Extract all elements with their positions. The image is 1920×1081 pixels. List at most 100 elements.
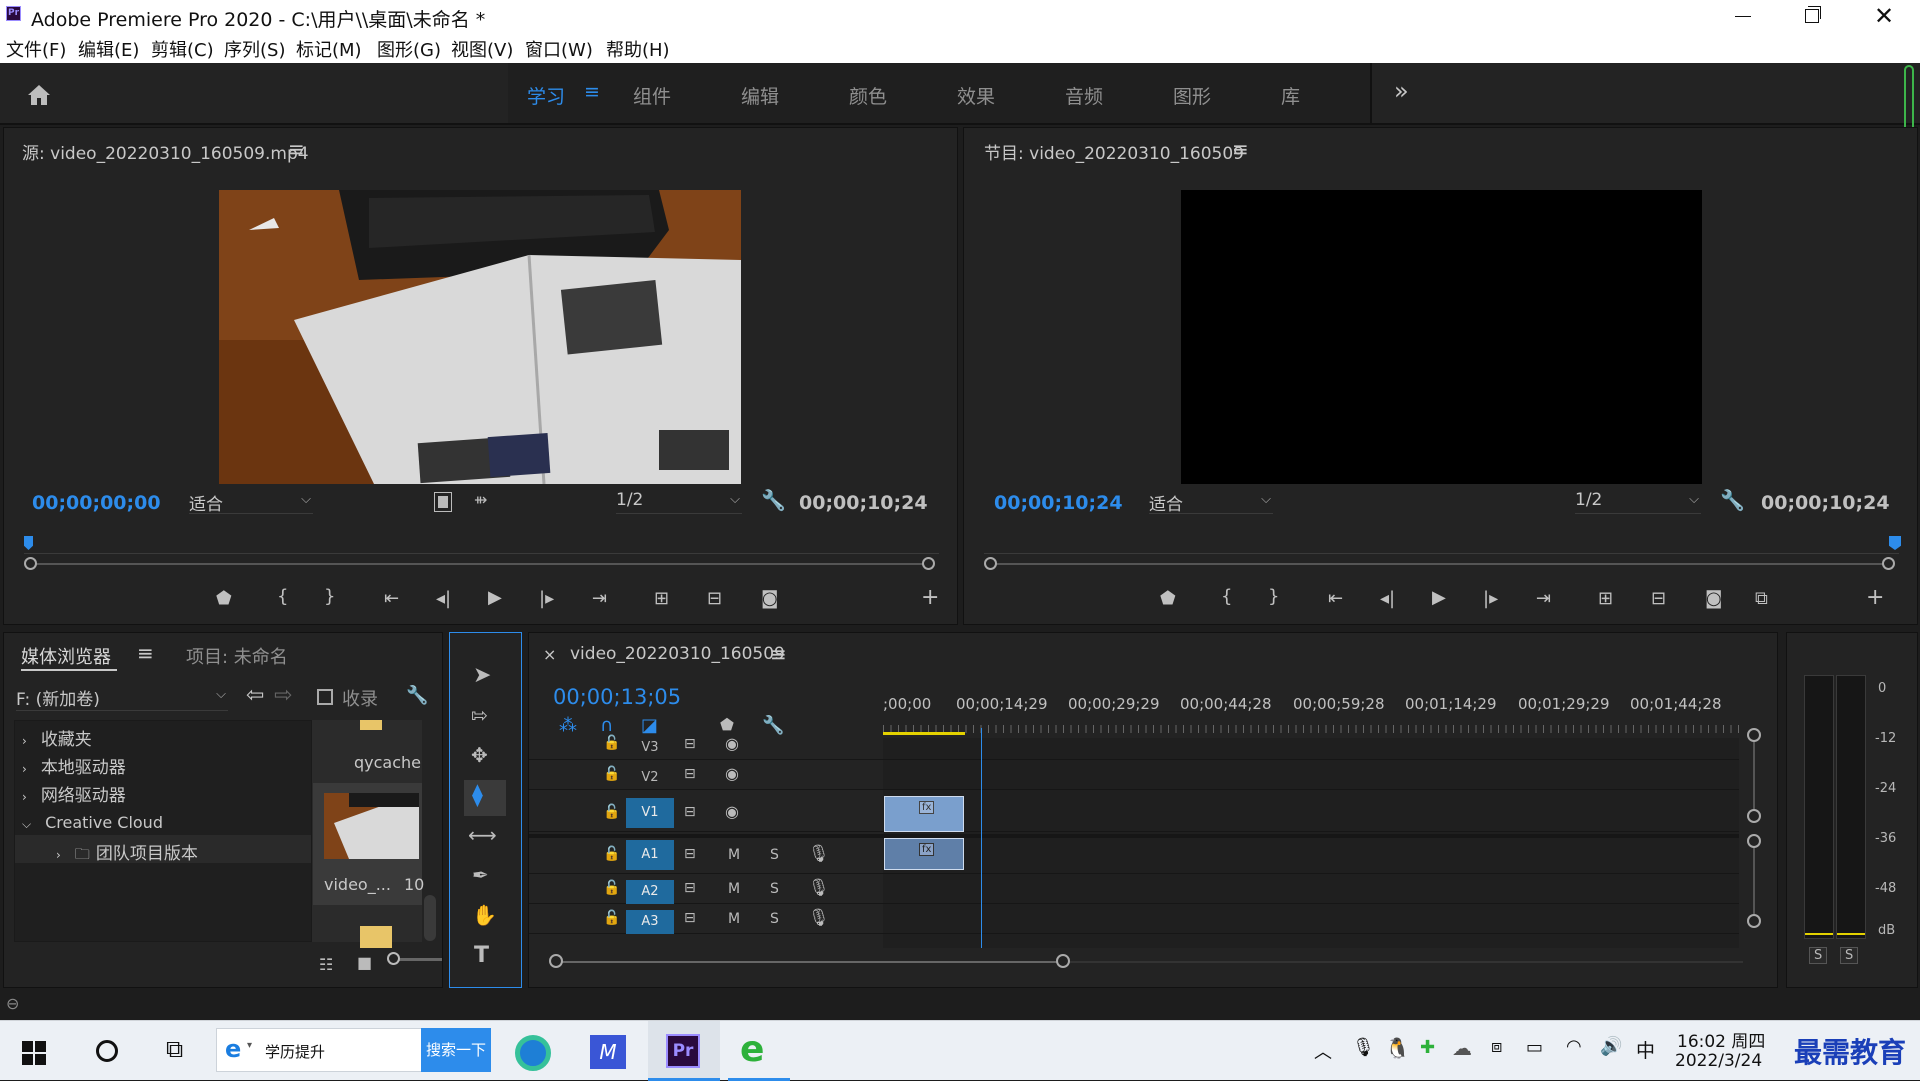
pen-tool-icon[interactable]: ✒ [472, 863, 489, 887]
source-timecode[interactable]: 00;00;00;00 [32, 492, 161, 514]
favorites-checkbox[interactable] [317, 689, 333, 705]
track-label-v1[interactable]: V1 [626, 798, 674, 828]
play-icon[interactable]: ▶ [1432, 587, 1446, 608]
mute-button[interactable]: M [728, 881, 740, 897]
windows-start-icon[interactable] [22, 1041, 46, 1065]
back-arrow-icon[interactable]: ⇦ [246, 683, 264, 708]
tray-expand-icon[interactable]: ︿ [1314, 1038, 1332, 1064]
lock-icon[interactable]: 🔓 [603, 766, 620, 782]
overwrite-icon[interactable]: ⊟ [707, 588, 722, 609]
lock-icon[interactable]: 🔓 [603, 846, 620, 862]
solo-button[interactable]: S [770, 881, 779, 897]
mute-button[interactable]: M [728, 847, 740, 863]
program-playhead-icon[interactable] [1889, 536, 1901, 550]
microphone-icon[interactable]: 🎙 [808, 844, 830, 864]
source-ruler[interactable] [24, 536, 939, 554]
list-view-icon[interactable]: ☷ [319, 955, 333, 974]
video-clip[interactable]: fx [884, 796, 964, 832]
ripple-edit-tool-icon[interactable]: ✥ [471, 743, 488, 767]
menu-edit[interactable]: 编辑(E) [78, 36, 139, 62]
audio-scroll-bottom-handle[interactable] [1747, 914, 1761, 928]
hand-tool-icon[interactable]: ✋ [472, 903, 497, 927]
timeline-zoom-right-handle[interactable] [1056, 954, 1070, 968]
step-forward-icon[interactable]: |▸ [1483, 588, 1498, 609]
sync-lock-icon[interactable]: ⊟ [684, 846, 696, 862]
green-tray-icon[interactable]: ✚ [1420, 1037, 1435, 1058]
mark-out-icon[interactable]: } [324, 586, 335, 607]
wrench-icon[interactable]: 🔧 [1720, 488, 1745, 512]
source-fit-dropdown[interactable]: 适合 ⌵ [189, 490, 313, 515]
menu-graphics[interactable]: 图形(G) [377, 36, 441, 62]
mark-out-icon[interactable]: } [1268, 586, 1279, 607]
go-to-out-icon[interactable]: ⇥ [1536, 588, 1551, 609]
film-settings-icon[interactable] [434, 492, 452, 512]
more-workspaces-icon[interactable]: » [1394, 77, 1409, 105]
tab-media-browser[interactable]: 媒体浏览器 [21, 643, 111, 669]
step-back-icon[interactable]: ◂| [1380, 588, 1395, 609]
step-forward-icon[interactable]: |▸ [539, 588, 554, 609]
cloud-tray-icon[interactable]: ☁ [1452, 1036, 1472, 1060]
tab-learn[interactable]: 学习 [527, 82, 565, 109]
mark-in-icon[interactable]: { [1221, 586, 1232, 607]
drive-dropdown[interactable]: F: (新加卷) ⌵ [16, 685, 228, 711]
go-to-in-icon[interactable]: ⇤ [384, 588, 399, 609]
track-label-v2[interactable]: V2 [626, 766, 674, 790]
tree-item-network-drives[interactable]: › 网络驱动器 [22, 781, 126, 806]
tab-effects[interactable]: 效果 [957, 82, 995, 109]
solo-button[interactable]: S [770, 847, 779, 863]
razor-tool-icon[interactable]: ⧫ [472, 783, 483, 808]
task-view-icon[interactable]: ⧉ [166, 1035, 183, 1063]
icon-view-icon[interactable]: ■ [357, 953, 372, 972]
microphone-icon[interactable]: 🎙 [808, 878, 830, 898]
home-icon[interactable] [26, 83, 52, 107]
tree-item-creative-cloud[interactable]: ⌵ Creative Cloud [22, 813, 163, 832]
sync-lock-icon[interactable]: ⊟ [684, 880, 696, 896]
tree-item-favorites[interactable]: › 收藏夹 [22, 725, 92, 750]
source-quality-dropdown[interactable]: 1/2 ⌵ [616, 490, 742, 514]
volume-icon[interactable]: 🔊 [1600, 1036, 1622, 1057]
file-item-qycache[interactable]: qycache [354, 753, 421, 772]
premiere-taskbar-button[interactable]: Pr [648, 1021, 720, 1081]
battery-icon[interactable]: ▭ [1526, 1037, 1543, 1058]
razor-tool-active[interactable] [464, 780, 506, 816]
track-label-a3[interactable]: A3 [626, 910, 674, 934]
mark-in-icon[interactable]: { [277, 586, 288, 607]
close-sequence-icon[interactable]: × [543, 645, 556, 664]
sync-lock-icon[interactable]: ⊟ [684, 766, 696, 782]
cortana-icon[interactable] [96, 1040, 118, 1062]
browser-e-taskbar-button[interactable]: e [728, 1021, 790, 1081]
camera-icon[interactable]: ◙ [761, 588, 778, 609]
program-zoom-right-handle[interactable] [1882, 557, 1895, 570]
source-zoom-left-handle[interactable] [24, 557, 37, 570]
tree-item-local-drives[interactable]: › 本地驱动器 [22, 753, 126, 778]
go-to-out-icon[interactable]: ⇥ [592, 588, 607, 609]
insert-overwrite-icon[interactable]: ⇻ [474, 490, 487, 509]
wrench-icon[interactable]: 🔧 [761, 488, 786, 512]
add-marker-icon[interactable]: ⬟ [216, 588, 232, 609]
eye-icon[interactable]: ◉ [725, 802, 739, 821]
minimize-icon[interactable] [1735, 16, 1751, 17]
program-zoom-left-handle[interactable] [984, 557, 997, 570]
sequence-menu-icon[interactable]: ≡ [770, 642, 787, 666]
tab-audio[interactable]: 音频 [1065, 82, 1103, 109]
solo-button[interactable]: S [770, 911, 779, 927]
tab-project[interactable]: 项目: 未命名 [186, 643, 288, 669]
lock-icon[interactable]: 🔓 [603, 735, 620, 751]
track-label-a2[interactable]: A2 [626, 880, 674, 904]
source-playhead-icon[interactable] [24, 536, 33, 550]
thumbnail-scrollbar[interactable] [424, 895, 436, 941]
selection-tool-icon[interactable]: ➤ [473, 663, 491, 688]
type-tool-icon[interactable]: T [474, 943, 489, 968]
lock-icon[interactable]: 🔓 [603, 804, 620, 820]
source-menu-icon[interactable]: ≡ [288, 137, 305, 161]
timeline-timecode[interactable]: 00;00;13;05 [553, 685, 681, 709]
eye-icon[interactable]: ◉ [725, 734, 739, 753]
sync-lock-icon[interactable]: ⊟ [684, 804, 696, 820]
close-icon[interactable]: ✕ [1874, 2, 1894, 30]
extract-icon[interactable]: ⊟ [1651, 588, 1666, 609]
lock-icon[interactable]: 🔓 [603, 910, 620, 926]
microphone-icon[interactable]: 🎙 [808, 908, 830, 928]
tab-color[interactable]: 颜色 [849, 82, 887, 109]
program-timecode[interactable]: 00;00;10;24 [994, 492, 1123, 514]
lock-icon[interactable]: 🔓 [603, 880, 620, 896]
